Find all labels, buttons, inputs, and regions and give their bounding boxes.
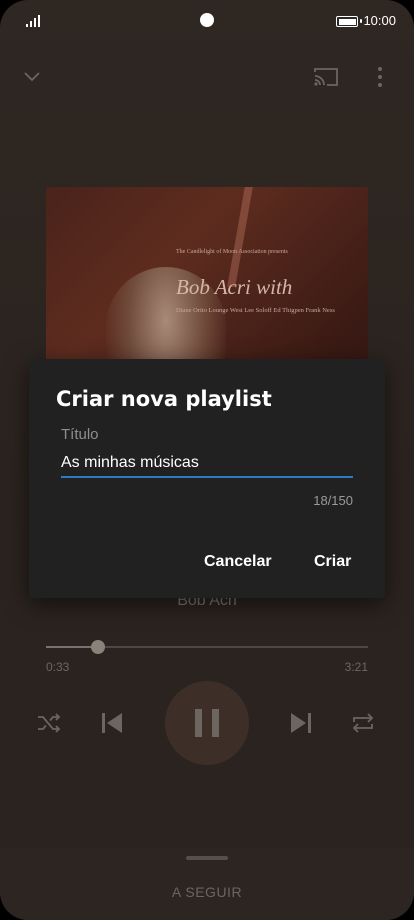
chevron-down-icon[interactable]	[22, 68, 42, 84]
phone-screen: 10:00 The Candlelight of Moon Associatio…	[0, 0, 414, 920]
character-counter: 18/150	[313, 493, 353, 508]
art-credit: The Candlelight of Moon Association pres…	[176, 249, 288, 255]
create-button[interactable]: Criar	[314, 553, 351, 571]
elapsed-time: 0:33	[46, 660, 70, 674]
art-personnel: Diane Orito Lounge West Lee Soloff Ed Th…	[176, 307, 335, 314]
playlist-title-input[interactable]	[61, 450, 353, 478]
up-next-label[interactable]: A SEGUIR	[0, 884, 414, 900]
cancel-button[interactable]: Cancelar	[204, 553, 272, 571]
dialog-title: Criar nova playlist	[56, 387, 272, 411]
more-vert-icon[interactable]	[376, 66, 384, 88]
title-field-label: Título	[61, 426, 99, 443]
battery-icon	[336, 16, 358, 27]
repeat-icon[interactable]	[350, 711, 376, 735]
art-light-streak	[227, 187, 253, 287]
total-time: 3:21	[344, 660, 368, 674]
status-time: 10:00	[363, 13, 396, 28]
skip-previous-icon[interactable]	[100, 712, 124, 734]
battery-tip	[360, 19, 362, 23]
pause-icon	[195, 709, 219, 737]
shuffle-icon[interactable]	[36, 712, 62, 734]
create-playlist-dialog: Criar nova playlist Título 18/150 Cancel…	[29, 359, 385, 598]
skip-next-icon[interactable]	[289, 712, 313, 734]
art-title: Bob Acri with	[176, 275, 293, 299]
drag-handle[interactable]	[186, 856, 228, 860]
signal-icon	[26, 15, 40, 27]
cast-icon[interactable]	[313, 66, 339, 88]
camera-cutout	[200, 13, 214, 27]
seek-thumb[interactable]	[91, 640, 106, 654]
play-pause-button[interactable]	[165, 681, 249, 765]
status-bar: 10:00	[0, 0, 414, 44]
